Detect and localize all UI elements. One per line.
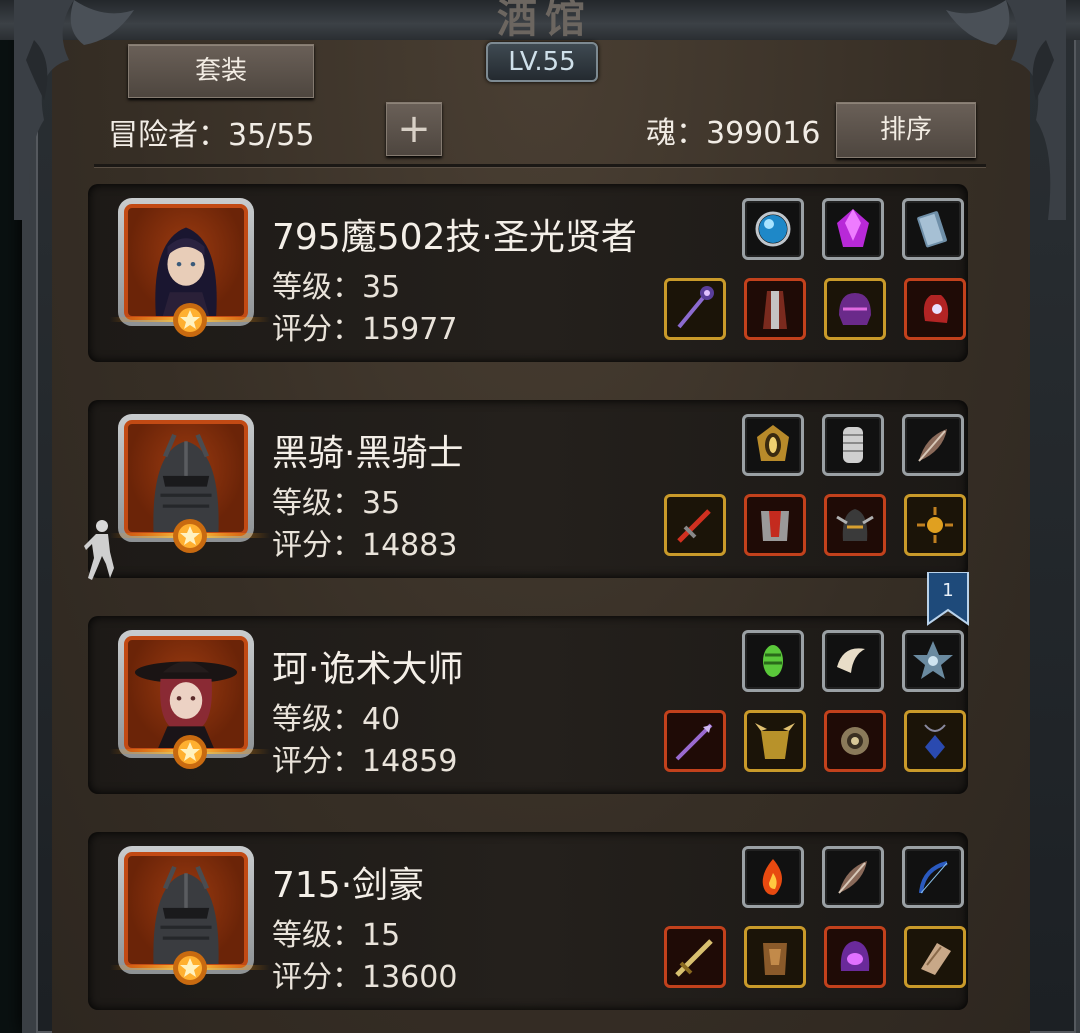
hero-card[interactable]: 珂·诡术大师等级：40 评分：14859 (88, 616, 968, 794)
hero-level: 等级：35 (272, 486, 401, 521)
robe-icon (763, 291, 787, 329)
winged-helm-icon (836, 509, 874, 541)
soul-count: 魂：399016 (646, 116, 821, 151)
equipment-slot[interactable] (742, 198, 804, 260)
hero-level: 等级：40 (272, 702, 401, 737)
plus-icon: + (397, 106, 431, 152)
purple-helm-icon (840, 941, 870, 971)
equipment-slot[interactable] (744, 926, 806, 988)
hero-card[interactable]: 795魔502技·圣光贤者等级：35 评分：15977 (88, 184, 968, 362)
equipment-slot[interactable] (904, 278, 966, 340)
black-knight-helm-portrait (153, 433, 219, 532)
screen-title: 酒馆 (497, 0, 593, 42)
sun-ring-icon (917, 507, 953, 543)
equipment-slot[interactable] (824, 494, 886, 556)
bronze-armor-icon (763, 943, 787, 975)
equipment-slot[interactable] (822, 414, 884, 476)
feather-icon (918, 429, 947, 462)
hero-name: 珂·诡术大师 (272, 649, 464, 690)
shield-ring-icon (841, 727, 869, 755)
equipment-slot[interactable] (904, 926, 966, 988)
rank-emblem (110, 303, 270, 337)
hero-name: 黑骑·黑骑士 (272, 433, 464, 474)
header-divider (94, 164, 986, 167)
hero-score: 评分：15977 (272, 312, 458, 347)
equipment-slot[interactable] (824, 710, 886, 772)
hero-score: 评分：13600 (272, 960, 458, 995)
hero-score: 评分：14859 (272, 744, 458, 779)
green-crystal-icon (763, 645, 783, 677)
female-mage-portrait (155, 227, 217, 316)
equipment-slot[interactable] (902, 414, 964, 476)
bookmark-number: 1 (942, 580, 953, 601)
add-adventurer-button[interactable]: + (386, 102, 442, 156)
equipment-slot[interactable] (664, 494, 726, 556)
hero-level: 等级：15 (272, 918, 401, 953)
equipment-slot[interactable] (664, 278, 726, 340)
dark-spear-icon (675, 723, 713, 761)
equipment-slot[interactable] (822, 630, 884, 692)
feather-icon (838, 861, 867, 894)
chainmail-icon (843, 427, 863, 463)
rank-emblem (110, 735, 270, 769)
suit-button[interactable]: 套装 (128, 44, 314, 98)
equipment-slot[interactable] (742, 846, 804, 908)
equipment-slot[interactable] (822, 846, 884, 908)
black-knight-helm-portrait (153, 865, 219, 964)
horn-icon (837, 648, 865, 673)
equipment-slot[interactable] (904, 494, 966, 556)
equipment-slot[interactable] (744, 710, 806, 772)
golden-sword-icon (675, 939, 713, 977)
tavern-screen: 酒馆 LV.55 套装 冒险者：35/55 + 魂：399016 排序 795魔… (0, 0, 1080, 1033)
rank-emblem (110, 951, 270, 985)
equipment-slot[interactable] (744, 278, 806, 340)
star-emblem-icon (913, 641, 953, 679)
level-badge: LV.55 (486, 42, 598, 82)
tome-icon (917, 211, 947, 248)
gold-amulet-icon (757, 425, 789, 461)
spiked-armor-icon (755, 723, 795, 759)
adventurer-count: 冒险者：35/55 (108, 118, 315, 153)
hero-name: 715·剑豪 (272, 865, 425, 906)
equipment-slot[interactable] (664, 710, 726, 772)
rank-emblem (110, 519, 270, 553)
hero-card[interactable]: 715·剑豪等级：15 评分：13600 (88, 832, 968, 1010)
equipment-slot[interactable] (664, 926, 726, 988)
equipment-slot[interactable] (902, 630, 964, 692)
gauntlet-icon (921, 943, 951, 975)
hero-score: 评分：14883 (272, 528, 458, 563)
equipment-slot[interactable] (822, 198, 884, 260)
fire-orb-icon (762, 859, 782, 895)
equipment-slot[interactable] (742, 630, 804, 692)
equipment-slot[interactable] (824, 926, 886, 988)
bow-icon (919, 861, 948, 894)
equipment-slot[interactable] (744, 494, 806, 556)
equipment-slot[interactable] (904, 710, 966, 772)
equipment-slot[interactable] (742, 414, 804, 476)
page-bookmark[interactable]: 1 (926, 572, 970, 626)
equipment-slot[interactable] (824, 278, 886, 340)
red-sword-icon (677, 509, 711, 543)
helm-icon (839, 293, 871, 325)
glove-icon (923, 295, 949, 323)
staff-icon (677, 286, 714, 329)
hero-card[interactable]: 黑骑·黑骑士等级：35 评分：14883 (88, 400, 968, 578)
equipment-slot[interactable] (902, 846, 964, 908)
red-haired-witch-portrait (134, 661, 238, 748)
pendant-icon (924, 724, 946, 759)
armor-icon (761, 511, 789, 541)
hero-level: 等级：35 (272, 270, 401, 305)
hero-name: 795魔502技·圣光贤者 (272, 217, 637, 258)
walking-figure-icon (84, 520, 114, 580)
purple-gem-icon (837, 209, 869, 247)
blue-orb-icon (755, 211, 791, 247)
equipment-slot[interactable] (902, 198, 964, 260)
sort-button[interactable]: 排序 (836, 102, 976, 158)
